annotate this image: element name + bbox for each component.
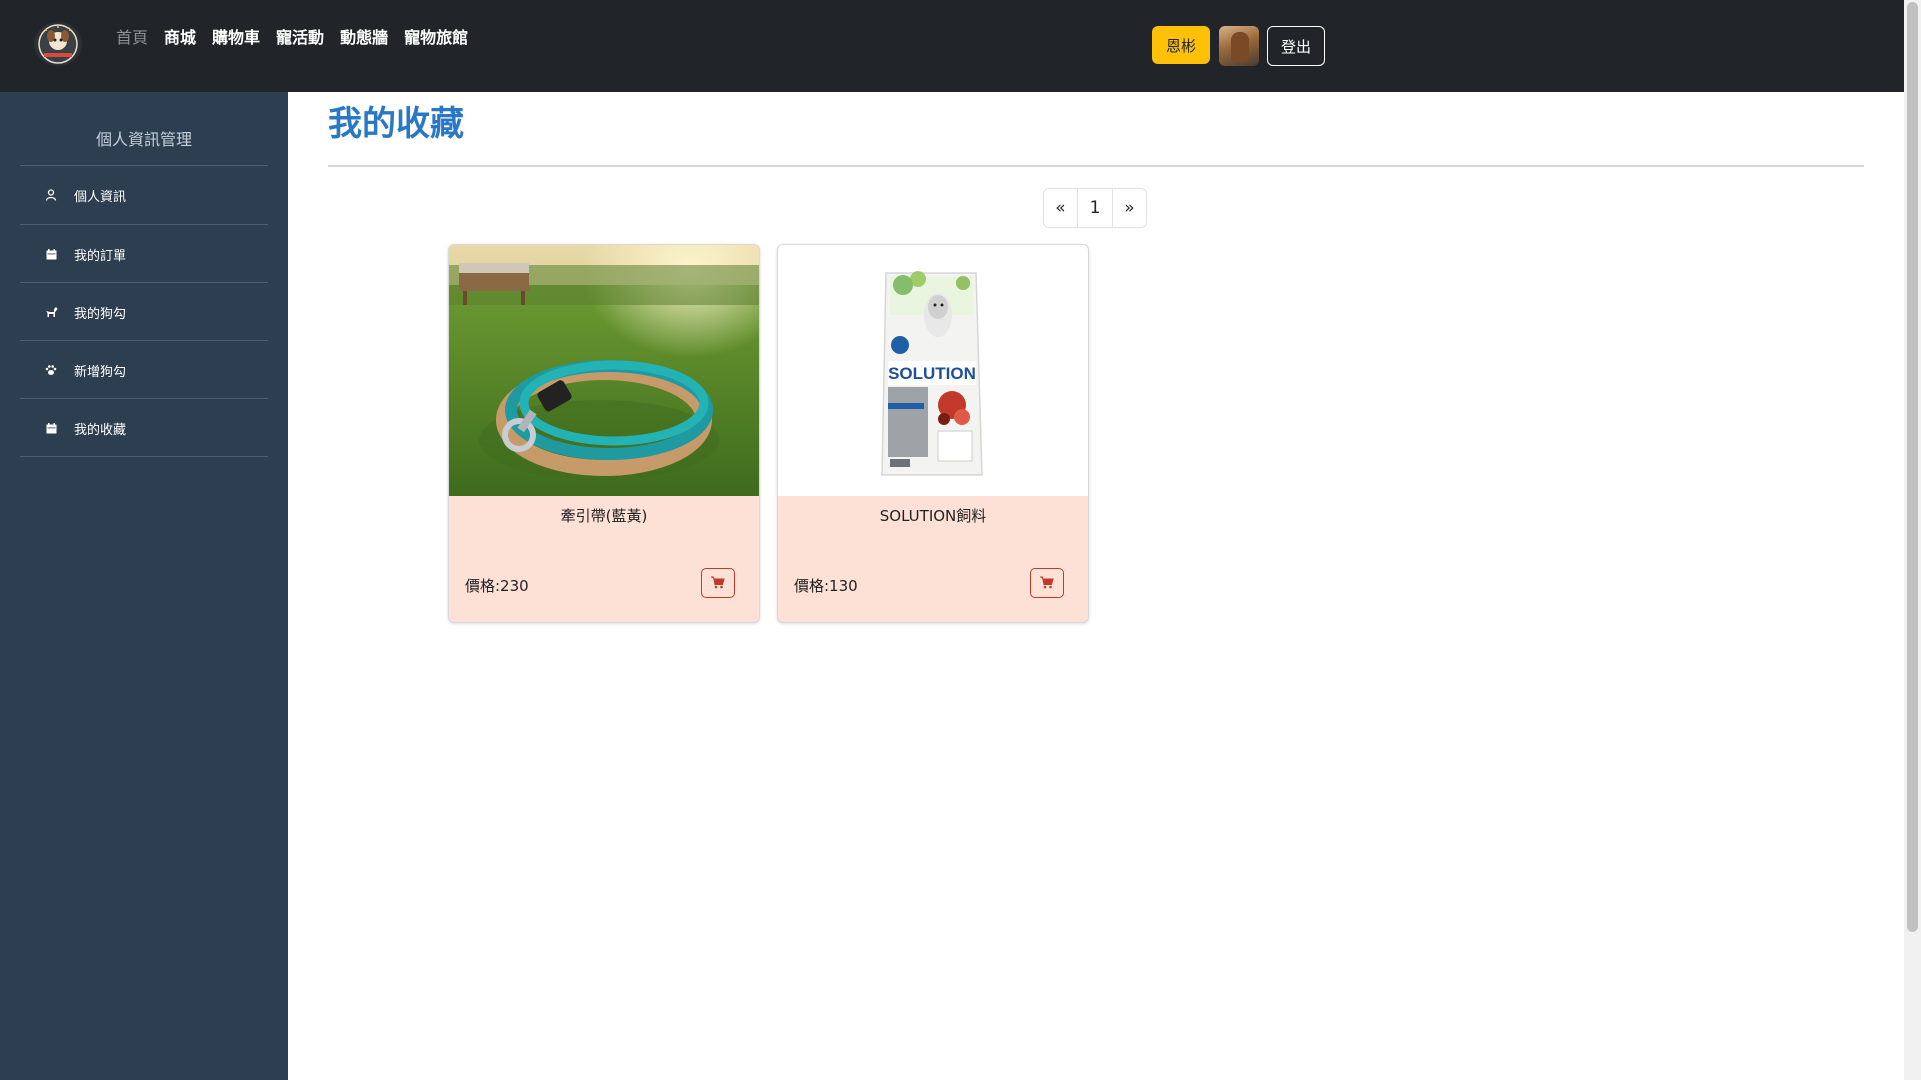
- sidebar-item-label: 個人資訊: [74, 189, 127, 205]
- pagination-prev-button[interactable]: «: [1043, 188, 1078, 228]
- product-image-leash[interactable]: [449, 245, 759, 496]
- nav-link-events[interactable]: 寵活動: [276, 24, 324, 48]
- pagination-page-1[interactable]: 1: [1077, 188, 1113, 228]
- svg-text:SOLUTION: SOLUTION: [888, 364, 976, 383]
- page-scrollbar[interactable]: [1904, 0, 1921, 1080]
- avatar[interactable]: [1219, 26, 1259, 66]
- nav-link-pet-hotel[interactable]: 寵物旅館: [404, 24, 468, 48]
- sidebar-item-favorites[interactable]: 我的收藏: [20, 399, 268, 457]
- nav-link-home[interactable]: 首頁: [116, 24, 148, 48]
- cart-icon: [1040, 574, 1054, 593]
- page-title: 我的收藏: [328, 104, 464, 144]
- calendar-icon: [44, 421, 58, 435]
- sidebar-title: 個人資訊管理: [95, 130, 192, 149]
- logout-button[interactable]: 登出: [1267, 26, 1325, 66]
- product-card[interactable]: 牽引帶(藍黃) 價格:230: [448, 244, 760, 623]
- paw-logo-icon[interactable]: [34, 22, 82, 66]
- pagination: « 1 »: [1043, 188, 1147, 228]
- sidebar-item-label: 我的狗勾: [74, 306, 127, 322]
- cart-icon: [711, 574, 725, 593]
- product-name[interactable]: 牽引帶(藍黃): [449, 505, 759, 526]
- calendar-icon: [44, 247, 58, 261]
- product-price: 價格:230: [465, 577, 529, 595]
- sidebar-item-add-dog[interactable]: 新增狗勾: [20, 341, 268, 399]
- dog-icon: [44, 305, 58, 319]
- sidebar-item-my-dogs[interactable]: 我的狗勾: [20, 283, 268, 341]
- nav-link-feed[interactable]: 動態牆: [340, 24, 388, 48]
- nav-link-shop[interactable]: 商城: [164, 24, 196, 48]
- paw-icon: [44, 363, 58, 377]
- sidebar-item-orders[interactable]: 我的訂單: [20, 225, 268, 283]
- add-to-cart-button[interactable]: [1030, 568, 1064, 598]
- sidebar-item-label: 我的收藏: [74, 422, 127, 438]
- pagination-next-button[interactable]: »: [1112, 188, 1147, 228]
- top-navbar: 首頁 商城 購物車 寵活動 動態牆 寵物旅館 恩彬 登出: [0, 0, 1904, 92]
- product-price: 價格:130: [794, 577, 858, 595]
- sidebar-divider: [20, 456, 268, 457]
- sidebar-item-label: 我的訂單: [74, 248, 127, 264]
- scrollbar-thumb[interactable]: [1907, 2, 1918, 932]
- sidebar: 個人資訊管理 個人資訊 我的訂單 我的狗勾 新增狗勾 我的收藏: [0, 92, 288, 1080]
- nav-link-cart[interactable]: 購物車: [212, 24, 260, 48]
- product-image-dog-food[interactable]: SOLUTION: [778, 245, 1088, 496]
- title-divider: [328, 165, 1864, 167]
- sidebar-item-label: 新增狗勾: [74, 364, 127, 380]
- user-icon: [44, 188, 58, 202]
- sidebar-item-profile[interactable]: 個人資訊: [20, 166, 268, 224]
- product-name[interactable]: SOLUTION飼料: [778, 505, 1088, 526]
- user-name-button[interactable]: 恩彬: [1152, 26, 1210, 64]
- add-to-cart-button[interactable]: [701, 568, 735, 598]
- product-card[interactable]: SOLUTION SOLUTION飼料 價格:130: [777, 244, 1089, 623]
